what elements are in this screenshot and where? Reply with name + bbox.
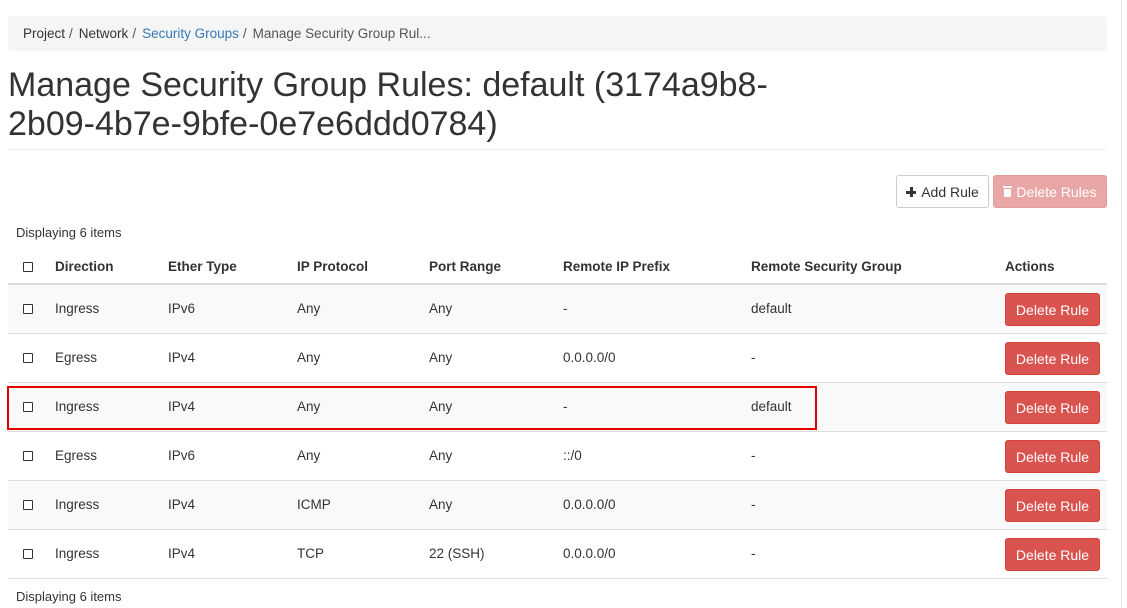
cell-remote-ip-prefix: 0.0.0.0/0 — [563, 350, 616, 365]
column-header-direction[interactable]: Direction — [55, 259, 114, 274]
cell-ether-type: IPv6 — [168, 448, 196, 463]
breadcrumb: Project / Network / Security Groups / Ma… — [8, 16, 1107, 51]
trash-icon — [1003, 186, 1013, 197]
cell-port-range: 22 (SSH) — [429, 546, 485, 561]
table-row: Ingress IPv4 Any Any - default Delete Ru… — [8, 383, 1107, 432]
cell-port-range: Any — [429, 497, 453, 512]
cell-ip-protocol: ICMP — [297, 497, 331, 512]
cell-remote-ip-prefix: 0.0.0.0/0 — [563, 546, 616, 561]
cell-remote-security-group: default — [751, 399, 792, 414]
cell-ip-protocol: TCP — [297, 546, 324, 561]
row-checkbox[interactable] — [23, 500, 33, 510]
column-header-remote-security-group[interactable]: Remote Security Group — [751, 259, 902, 274]
table-header: Direction Ether Type IP Protocol Port Ra… — [8, 250, 1107, 285]
page-edge-divider — [1121, 0, 1122, 608]
cell-remote-ip-prefix: ::/0 — [563, 448, 582, 463]
cell-direction: Ingress — [55, 546, 100, 561]
cell-remote-security-group: - — [751, 546, 756, 561]
breadcrumb-project[interactable]: Project — [23, 26, 65, 41]
cell-remote-security-group: - — [751, 497, 756, 512]
cell-ether-type: IPv4 — [168, 497, 196, 512]
item-count-bottom: Displaying 6 items — [16, 589, 122, 604]
row-checkbox[interactable] — [23, 353, 33, 363]
cell-ip-protocol: Any — [297, 399, 321, 414]
title-divider — [8, 149, 1107, 150]
rules-table: Direction Ether Type IP Protocol Port Ra… — [8, 250, 1107, 579]
column-header-actions: Actions — [1005, 259, 1055, 274]
column-header-remote-ip-prefix[interactable]: Remote IP Prefix — [563, 259, 670, 274]
page-title: Manage Security Group Rules: default (31… — [8, 66, 768, 143]
cell-remote-security-group: default — [751, 301, 792, 316]
cell-ether-type: IPv4 — [168, 350, 196, 365]
table-row: Egress IPv6 Any Any ::/0 - Delete Rule — [8, 432, 1107, 481]
delete-rule-button[interactable]: Delete Rule — [1005, 538, 1100, 571]
column-header-ether-type[interactable]: Ether Type — [168, 259, 237, 274]
delete-rule-button[interactable]: Delete Rule — [1005, 293, 1100, 326]
cell-remote-security-group: - — [751, 448, 756, 463]
select-all-checkbox[interactable] — [23, 262, 33, 272]
cell-remote-ip-prefix: - — [563, 301, 568, 316]
row-checkbox[interactable] — [23, 304, 33, 314]
row-checkbox[interactable] — [23, 402, 33, 412]
delete-rules-label: Delete Rules — [1016, 183, 1097, 200]
column-header-port-range[interactable]: Port Range — [429, 259, 501, 274]
add-rule-label: Add Rule — [921, 183, 979, 200]
breadcrumb-network[interactable]: Network — [79, 26, 129, 41]
cell-direction: Egress — [55, 448, 98, 463]
cell-ip-protocol: Any — [297, 350, 321, 365]
delete-rules-button[interactable]: Delete Rules — [993, 175, 1107, 208]
cell-direction: Ingress — [55, 497, 100, 512]
plus-icon — [906, 186, 917, 197]
cell-remote-ip-prefix: 0.0.0.0/0 — [563, 497, 616, 512]
delete-rule-button[interactable]: Delete Rule — [1005, 391, 1100, 424]
cell-remote-security-group: - — [751, 350, 756, 365]
breadcrumb-separator: / — [242, 26, 247, 41]
cell-port-range: Any — [429, 448, 453, 463]
delete-rule-button[interactable]: Delete Rule — [1005, 440, 1100, 473]
cell-ether-type: IPv4 — [168, 399, 196, 414]
cell-ether-type: IPv4 — [168, 546, 196, 561]
add-rule-button[interactable]: Add Rule — [896, 175, 989, 208]
row-checkbox[interactable] — [23, 549, 33, 559]
table-row: Egress IPv4 Any Any 0.0.0.0/0 - Delete R… — [8, 334, 1107, 383]
cell-remote-ip-prefix: - — [563, 399, 568, 414]
breadcrumb-current-page: Manage Security Group Rul... — [252, 26, 431, 41]
cell-direction: Ingress — [55, 399, 100, 414]
delete-rule-button[interactable]: Delete Rule — [1005, 489, 1100, 522]
row-checkbox[interactable] — [23, 451, 33, 461]
cell-port-range: Any — [429, 350, 453, 365]
breadcrumb-security-groups[interactable]: Security Groups — [142, 26, 239, 41]
cell-port-range: Any — [429, 301, 453, 316]
cell-ether-type: IPv6 — [168, 301, 196, 316]
cell-direction: Egress — [55, 350, 98, 365]
table-row: Ingress IPv4 TCP 22 (SSH) 0.0.0.0/0 - De… — [8, 530, 1107, 579]
table-row: Ingress IPv6 Any Any - default Delete Ru… — [8, 285, 1107, 334]
cell-port-range: Any — [429, 399, 453, 414]
table-row: Ingress IPv4 ICMP Any 0.0.0.0/0 - Delete… — [8, 481, 1107, 530]
cell-ip-protocol: Any — [297, 448, 321, 463]
delete-rule-button[interactable]: Delete Rule — [1005, 342, 1100, 375]
column-header-ip-protocol[interactable]: IP Protocol — [297, 259, 368, 274]
cell-ip-protocol: Any — [297, 301, 321, 316]
breadcrumb-separator: / — [132, 26, 137, 41]
cell-direction: Ingress — [55, 301, 100, 316]
breadcrumb-separator: / — [69, 26, 73, 41]
item-count-top: Displaying 6 items — [16, 225, 122, 240]
